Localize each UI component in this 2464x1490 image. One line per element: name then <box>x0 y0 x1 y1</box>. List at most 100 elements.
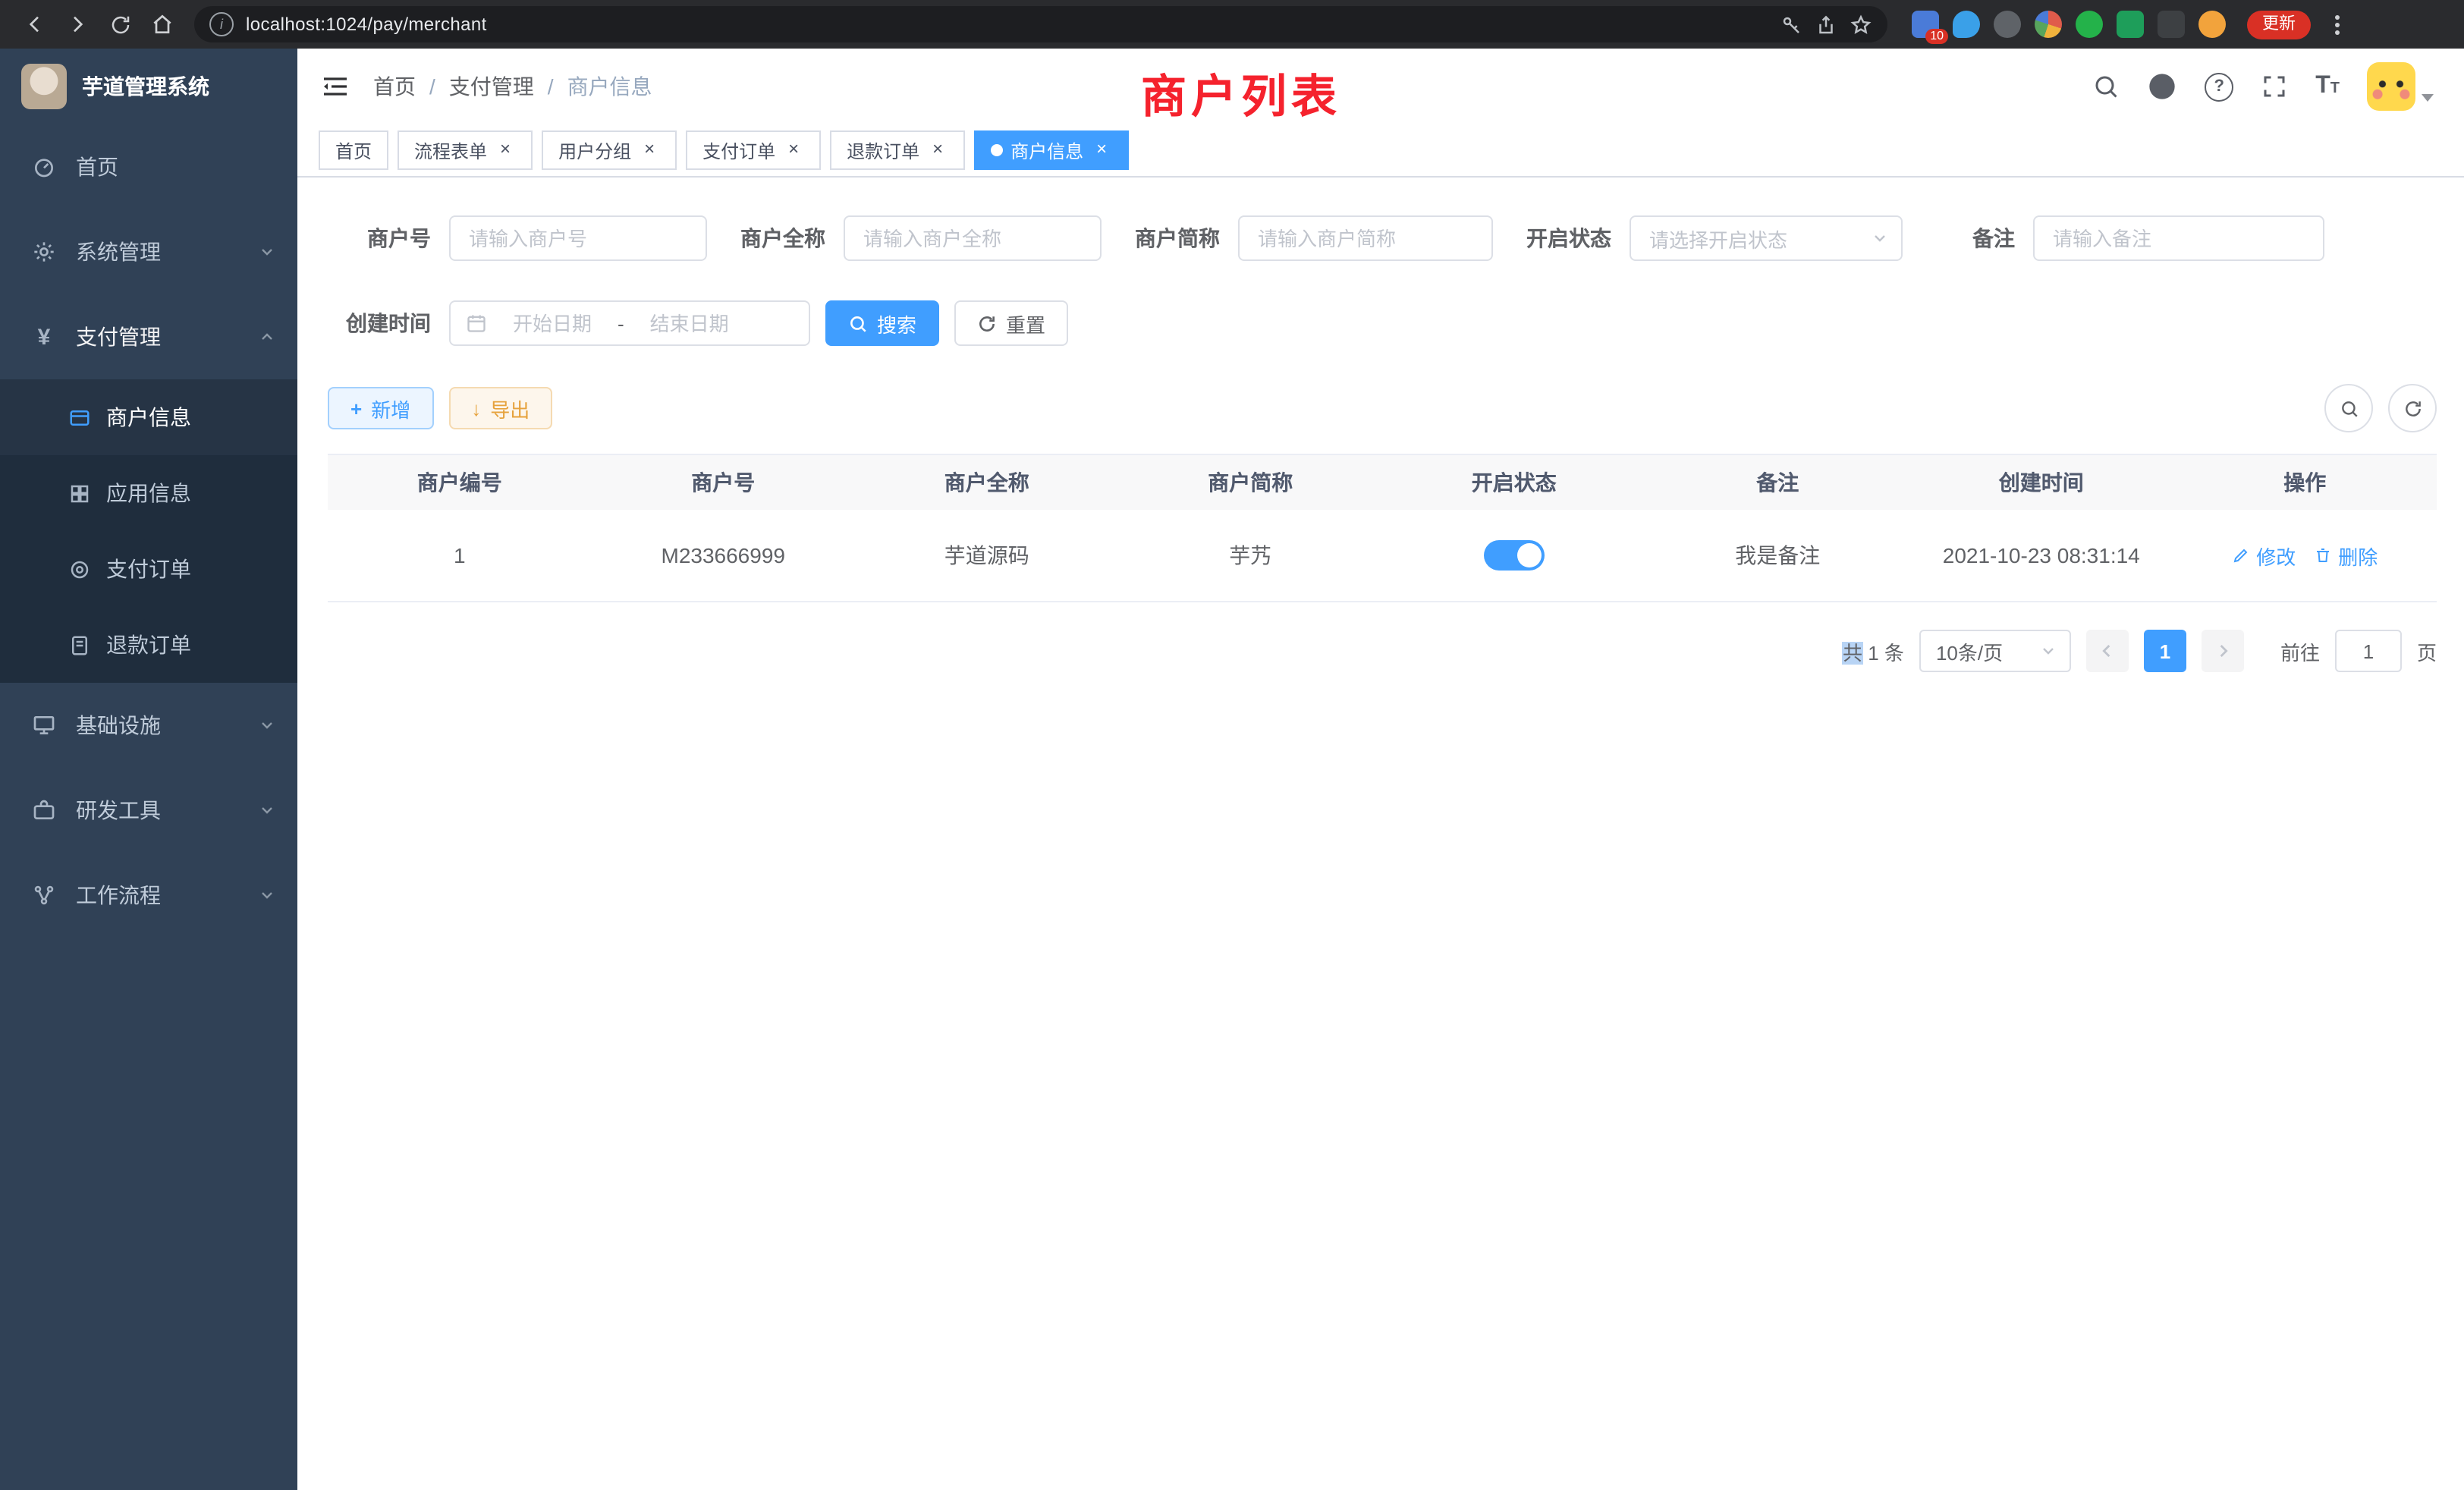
extension-colorful-icon[interactable] <box>2035 11 2062 38</box>
tab-refund-order[interactable]: 退款订单 × <box>830 130 965 170</box>
extension-puzzle-icon[interactable] <box>2158 11 2185 38</box>
site-info-icon[interactable]: i <box>209 12 234 36</box>
back-button[interactable] <box>15 5 55 44</box>
col-header: 商户简称 <box>1119 455 1383 510</box>
create-time-range-picker[interactable]: - <box>449 300 810 346</box>
col-header: 操作 <box>2173 455 2437 510</box>
prev-page-button[interactable] <box>2086 630 2129 672</box>
tab-payment-order[interactable]: 支付订单 × <box>686 130 821 170</box>
refresh-table-button[interactable] <box>2388 384 2437 432</box>
github-icon[interactable] <box>2147 71 2177 102</box>
extension-green-sheet-icon[interactable] <box>2117 11 2144 38</box>
full-name-input[interactable] <box>844 215 1102 261</box>
add-button[interactable]: + 新增 <box>328 387 433 429</box>
tab-label: 流程表单 <box>414 137 487 163</box>
delete-link[interactable]: 删除 <box>2314 541 2378 570</box>
status-toggle[interactable] <box>1484 540 1545 571</box>
sidebar-item-label: 研发工具 <box>76 795 258 825</box>
short-name-input[interactable] <box>1238 215 1493 261</box>
chevron-down-icon <box>2039 642 2057 660</box>
fullscreen-icon[interactable] <box>2261 73 2288 100</box>
dashboard-icon <box>30 155 58 179</box>
plus-icon: + <box>350 397 362 420</box>
url-bar[interactable]: i localhost:1024/pay/merchant <box>194 6 1887 42</box>
sidebar-item-merchant-info[interactable]: 商户信息 <box>0 379 297 455</box>
extension-green-circle-icon[interactable] <box>2076 11 2103 38</box>
user-menu[interactable] <box>2367 62 2434 111</box>
tab-merchant-info[interactable]: 商户信息 × <box>974 130 1129 170</box>
grid-icon <box>67 482 91 505</box>
annotation-text: 商户列表 <box>1141 59 1341 126</box>
breadcrumb-home[interactable]: 首页 <box>373 71 416 102</box>
tab-close-icon[interactable]: × <box>639 140 660 161</box>
page-unit-label: 页 <box>2417 637 2437 665</box>
extension-grid-icon[interactable]: 10 <box>1912 11 1939 38</box>
extension-gray-circle-icon[interactable] <box>1994 11 2021 38</box>
chevron-down-icon <box>258 886 276 904</box>
cell-create-time: 2021-10-23 08:31:14 <box>1909 510 2173 601</box>
sidebar-item-app-info[interactable]: 应用信息 <box>0 455 297 531</box>
export-button[interactable]: ↓ 导出 <box>448 387 552 429</box>
page-number-button[interactable]: 1 <box>2144 630 2186 672</box>
merchant-no-label: 商户号 <box>328 223 449 253</box>
share-icon[interactable] <box>1815 13 1837 36</box>
user-avatar[interactable] <box>2367 62 2415 111</box>
page-size-select[interactable]: 10条/页 <box>1919 630 2071 672</box>
search-icon[interactable] <box>2092 73 2120 100</box>
reload-button[interactable] <box>100 5 140 44</box>
cell-merchant-no: M233666999 <box>592 510 856 601</box>
toolbox-icon <box>30 798 58 822</box>
next-page-button[interactable] <box>2202 630 2244 672</box>
gear-icon <box>30 240 58 264</box>
tab-home[interactable]: 首页 <box>319 130 388 170</box>
sidebar-item-infrastructure[interactable]: 基础设施 <box>0 683 297 768</box>
cell-actions: 修改 删除 <box>2173 510 2437 601</box>
chevron-down-icon <box>1871 229 1889 247</box>
password-key-icon[interactable] <box>1780 13 1802 36</box>
tab-close-icon[interactable]: × <box>495 140 516 161</box>
update-button[interactable]: 更新 <box>2247 10 2311 39</box>
navbar-tools: ? TT <box>2092 62 2464 111</box>
merchant-no-input[interactable] <box>449 215 707 261</box>
col-header: 商户编号 <box>328 455 592 510</box>
edit-link[interactable]: 修改 <box>2232 541 2296 570</box>
collapse-sidebar-icon[interactable] <box>297 49 373 124</box>
breadcrumb-separator: / <box>548 74 554 99</box>
tab-close-icon[interactable]: × <box>927 140 948 161</box>
sidebar-item-payment[interactable]: ¥ 支付管理 <box>0 294 297 379</box>
search-button[interactable]: 搜索 <box>825 300 939 346</box>
forward-button[interactable] <box>58 5 97 44</box>
bookmark-star-icon[interactable] <box>1850 13 1872 36</box>
sidebar-item-refund-order[interactable]: 退款订单 <box>0 607 297 683</box>
browser-menu-icon[interactable] <box>2329 8 2346 40</box>
sidebar-item-system[interactable]: 系统管理 <box>0 209 297 294</box>
tab-user-group[interactable]: 用户分组 × <box>542 130 677 170</box>
toggle-search-button[interactable] <box>2324 384 2373 432</box>
extension-drop-icon[interactable] <box>1953 11 1980 38</box>
url-text: localhost:1024/pay/merchant <box>246 14 1768 35</box>
remark-input[interactable] <box>2033 215 2324 261</box>
sidebar-item-home[interactable]: 首页 <box>0 124 297 209</box>
font-size-icon[interactable]: TT <box>2315 74 2340 99</box>
sidebar-item-payment-order[interactable]: 支付订单 <box>0 531 297 607</box>
sidebar-item-label: 系统管理 <box>76 237 258 267</box>
cell-remark: 我是备注 <box>1646 510 1910 601</box>
tab-close-icon[interactable]: × <box>1091 140 1112 161</box>
logo-avatar <box>21 64 67 109</box>
end-date-input[interactable] <box>630 310 749 336</box>
status-select[interactable]: 请选择开启状态 <box>1630 215 1903 261</box>
extension-face-icon[interactable] <box>2198 11 2226 38</box>
reset-button[interactable]: 重置 <box>954 300 1068 346</box>
home-button[interactable] <box>143 5 182 44</box>
tab-process-form[interactable]: 流程表单 × <box>398 130 533 170</box>
sidebar-item-dev-tools[interactable]: 研发工具 <box>0 768 297 853</box>
breadcrumb-payment[interactable]: 支付管理 <box>449 71 534 102</box>
help-icon[interactable]: ? <box>2205 72 2233 101</box>
goto-page-input[interactable] <box>2335 630 2402 672</box>
cell-status <box>1382 510 1646 601</box>
start-date-input[interactable] <box>493 310 611 336</box>
tab-close-icon[interactable]: × <box>783 140 804 161</box>
sidebar-item-workflow[interactable]: 工作流程 <box>0 853 297 938</box>
sidebar-item-label: 退款订单 <box>106 630 191 660</box>
short-name-label: 商户简称 <box>1135 223 1238 253</box>
